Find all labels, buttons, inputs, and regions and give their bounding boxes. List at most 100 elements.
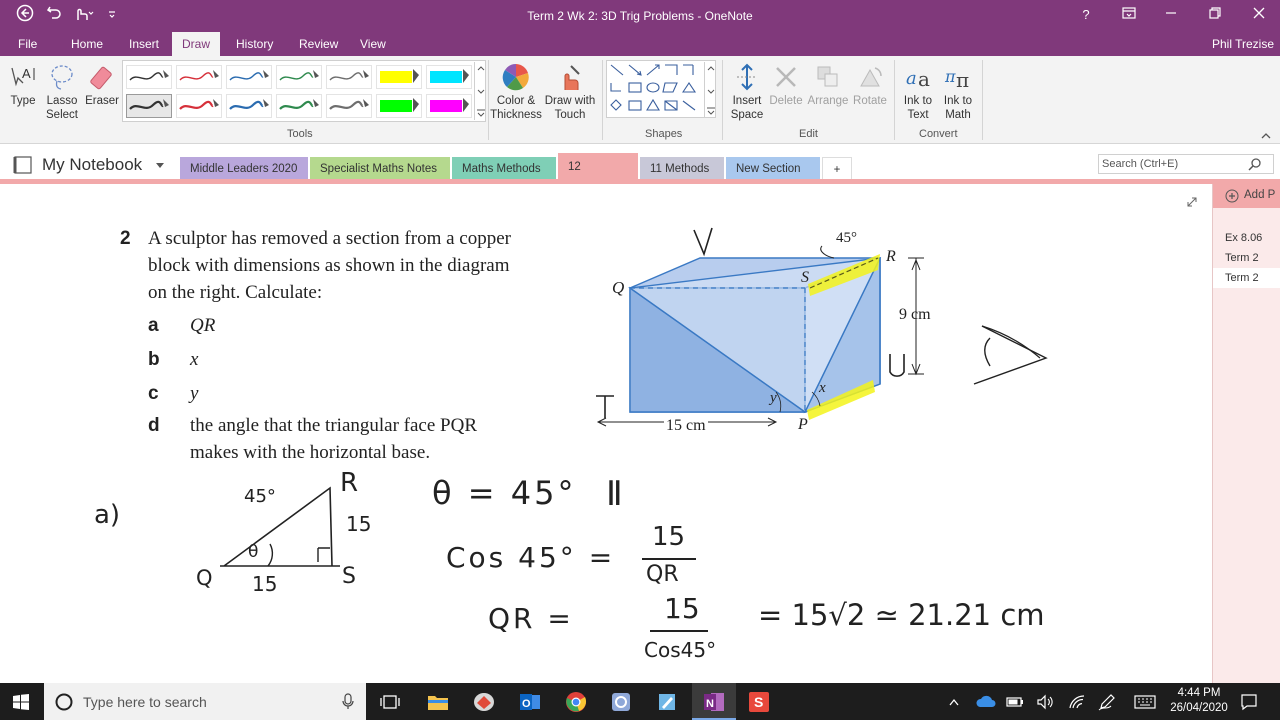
ink-to-text-label: Ink to Text — [903, 95, 933, 121]
pen-swatch[interactable] — [226, 94, 272, 118]
onedrive-icon[interactable] — [976, 694, 996, 708]
battery-icon[interactable] — [1006, 694, 1024, 710]
pen-swatch[interactable] — [276, 94, 322, 118]
presentation-app-icon[interactable]: S — [748, 691, 770, 713]
pen-swatch[interactable] — [376, 94, 422, 118]
pen-swatch[interactable] — [326, 94, 372, 118]
chrome-icon[interactable] — [565, 691, 587, 713]
search-icon[interactable] — [1248, 157, 1262, 171]
tab-file[interactable]: File — [10, 32, 45, 56]
lasso-select-button[interactable]: Lasso Select — [44, 62, 80, 122]
show-hidden-icons[interactable] — [948, 697, 960, 707]
pen-app-icon[interactable] — [656, 691, 678, 713]
tab-draw[interactable]: Draw — [172, 32, 221, 56]
angle-x-label: x — [819, 380, 826, 396]
page-item-selected[interactable]: Term 2 — [1213, 268, 1280, 288]
restore-icon[interactable] — [1204, 4, 1226, 26]
group-tools-label: Tools — [287, 128, 313, 140]
pen-swatch[interactable] — [176, 65, 222, 89]
title-bar: Term 2 Wk 2: 3D Trig Problems - OneNote … — [0, 0, 1280, 32]
outlook-icon[interactable]: O — [519, 692, 541, 712]
add-section-button[interactable]: + — [822, 157, 852, 181]
pen-swatch[interactable] — [426, 65, 472, 89]
tab-insert[interactable]: Insert — [121, 32, 167, 56]
microphone-icon[interactable] — [342, 693, 354, 710]
prism-diagram — [596, 227, 924, 427]
page-item[interactable]: Term 2 — [1225, 252, 1259, 264]
ink-to-text-button[interactable]: aa Ink to Text — [898, 62, 938, 122]
cos-fraction-numerator: 15 — [652, 522, 686, 552]
notebook-name[interactable]: My Notebook — [42, 155, 142, 175]
qr-fraction-denominator: Cos45° — [644, 638, 717, 662]
tab-view[interactable]: View — [352, 32, 394, 56]
pen-swatch[interactable] — [226, 65, 272, 89]
page-canvas[interactable]: 2 A sculptor has removed a section from … — [0, 184, 1212, 683]
pen-swatch[interactable] — [326, 65, 372, 89]
part-letter: a — [148, 315, 159, 336]
section-tab[interactable]: Specialist Maths Notes — [310, 157, 450, 181]
section-tab[interactable]: Middle Leaders 2020 — [180, 157, 308, 181]
type-button[interactable]: A Type — [6, 62, 40, 108]
close-icon[interactable] — [1248, 4, 1270, 26]
ribbon-display-icon[interactable] — [1118, 4, 1140, 26]
windows-start-icon[interactable] — [13, 694, 29, 710]
pen-workspace-icon[interactable] — [1098, 693, 1116, 711]
cos-fraction-denominator: QR — [646, 562, 679, 587]
pen-swatch[interactable] — [176, 94, 222, 118]
page-item[interactable]: Ex 8.06 — [1225, 232, 1262, 244]
height-label: 9 cm — [899, 306, 931, 323]
file-explorer-icon[interactable] — [427, 692, 449, 712]
collapse-ribbon-icon[interactable] — [1260, 128, 1272, 146]
tab-home[interactable]: Home — [63, 32, 111, 56]
wifi-icon[interactable] — [1068, 694, 1086, 710]
chevron-down-icon[interactable] — [155, 162, 165, 170]
pen-swatch[interactable] — [426, 94, 472, 118]
notifications-icon[interactable] — [1240, 693, 1258, 711]
eraser-button[interactable]: Eraser — [84, 62, 120, 108]
onenote-taskbar-button[interactable]: N — [692, 683, 736, 720]
shapes-gallery-scroll[interactable] — [704, 62, 716, 118]
help-button[interactable]: ? — [1076, 4, 1096, 26]
expand-icon[interactable] — [1186, 196, 1198, 208]
section-tab[interactable]: New Section 1 — [726, 157, 820, 199]
taskbar-search[interactable]: Type here to search — [44, 683, 366, 720]
shapes-gallery[interactable] — [606, 60, 716, 118]
ink-to-math-label: Ink to Math — [943, 95, 973, 121]
section-tab[interactable]: 11 Methods — [640, 157, 724, 181]
ribbon-separator — [602, 60, 603, 140]
cos-equation-lhs: Cos 45° = — [446, 541, 616, 574]
delete-button[interactable]: Delete — [768, 62, 804, 108]
draw-with-touch-button[interactable]: Draw with Touch — [542, 62, 598, 122]
section-tab[interactable]: Maths Methods — [452, 157, 556, 181]
arrange-button[interactable]: Arrange — [806, 62, 850, 108]
insert-space-button[interactable]: Insert Space — [726, 62, 768, 122]
angle-mark: Ⅱ — [606, 474, 623, 514]
tab-history[interactable]: History — [228, 32, 281, 56]
snip-tool-icon[interactable] — [610, 691, 632, 713]
question-stem-line: A sculptor has removed a section from a … — [148, 228, 511, 249]
minimize-icon[interactable] — [1160, 4, 1182, 26]
cortana-icon — [55, 693, 73, 711]
pen-swatch[interactable] — [126, 94, 172, 118]
width-label: 15 cm — [664, 417, 708, 435]
user-name[interactable]: Phil Trezise — [1212, 37, 1274, 51]
section-tab[interactable]: 12 Methods — [558, 153, 638, 201]
add-page-label: Add P — [1244, 189, 1276, 201]
ink-to-math-button[interactable]: ππ Ink to Math — [938, 62, 978, 122]
keyboard-icon[interactable] — [1134, 695, 1156, 709]
volume-icon[interactable] — [1036, 694, 1054, 710]
tab-review[interactable]: Review — [291, 32, 346, 56]
pen-gallery-scroll[interactable] — [474, 62, 486, 120]
color-thickness-button[interactable]: Color & Thickness — [490, 62, 542, 122]
pen-swatch[interactable] — [276, 65, 322, 89]
rotate-button[interactable]: Rotate — [850, 62, 890, 108]
pages-pane: Add P Ex 8.06 Term 2 Term 2 — [1212, 184, 1280, 683]
pen-swatch[interactable] — [376, 65, 422, 89]
pen-swatch[interactable] — [126, 65, 172, 89]
task-view-icon[interactable] — [380, 693, 400, 711]
arrange-label: Arrange — [807, 95, 849, 107]
clock[interactable]: 4:44 PM 26/04/2020 — [1170, 686, 1228, 716]
ink-to-math-icon: ππ — [944, 67, 969, 92]
add-page-button[interactable]: Add P — [1213, 184, 1280, 208]
app-icon[interactable] — [472, 691, 496, 713]
